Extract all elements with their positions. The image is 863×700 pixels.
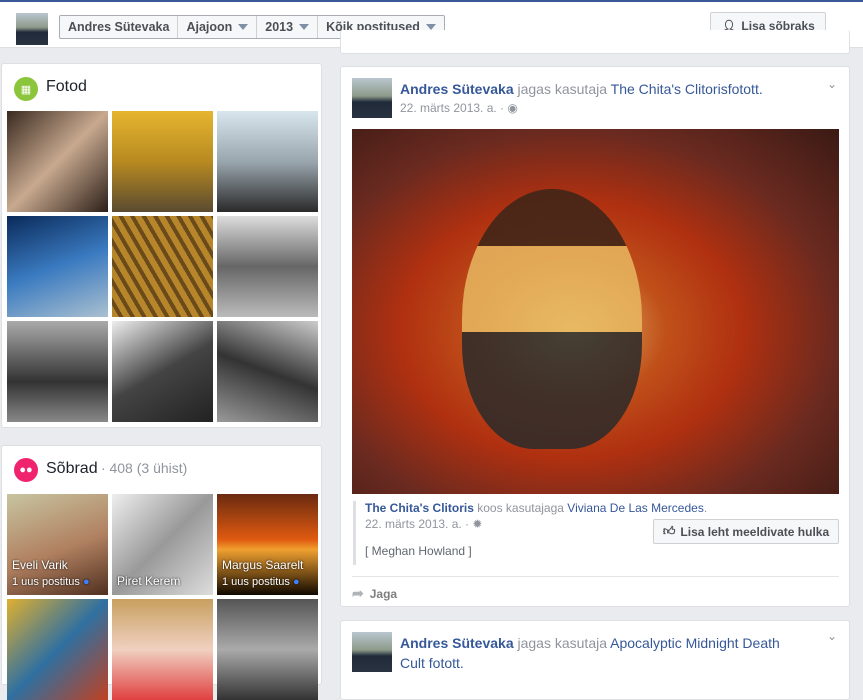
profile-avatar[interactable] bbox=[16, 13, 48, 45]
post-verb: jagas kasutaja bbox=[517, 635, 608, 651]
globe-icon: ◉ bbox=[507, 101, 518, 115]
friend-tile[interactable] bbox=[112, 599, 213, 700]
author-avatar[interactable] bbox=[352, 78, 392, 118]
caption-page-link[interactable]: The Chita's Clitoris bbox=[365, 501, 474, 515]
share-icon: ➦ bbox=[352, 585, 364, 601]
caption-credit: [ Meghan Howland ] bbox=[365, 544, 472, 558]
like-page-button[interactable]: 👍︎ Lisa leht meeldivate hulka bbox=[653, 519, 839, 544]
chevron-down-icon[interactable]: ⌄ bbox=[827, 629, 837, 643]
friends-icon: ●● bbox=[14, 458, 38, 482]
photo-thumbnail[interactable] bbox=[112, 216, 213, 317]
friend-new-posts: 1 uus postitus ● bbox=[12, 576, 90, 588]
friend-new-posts: 1 uus postitus ● bbox=[222, 576, 300, 588]
like-page-label: Lisa leht meeldivate hulka bbox=[680, 524, 830, 539]
post-card: Andres Sütevaka jagas kasutaja Apocalypt… bbox=[340, 620, 850, 700]
timeline-dropdown[interactable]: Ajajoon bbox=[178, 16, 258, 38]
timeline-label: Ajajoon bbox=[186, 20, 233, 34]
photo-thumbnail[interactable] bbox=[7, 111, 108, 212]
friend-tile[interactable] bbox=[7, 599, 108, 700]
friends-count: · 408 (3 ühist) bbox=[100, 460, 188, 476]
year-label: 2013 bbox=[265, 20, 294, 34]
photo-thumbnail[interactable] bbox=[112, 321, 213, 422]
friend-name: Piret Kerem bbox=[117, 574, 181, 588]
settings-icon: ✹ bbox=[472, 517, 483, 531]
post-card: Andres Sütevaka jagas kasutaja The Chita… bbox=[340, 66, 850, 607]
friend-tile[interactable]: Eveli Varik 1 uus postitus ● bbox=[7, 494, 108, 595]
page-link[interactable]: The Chita's Clitoris bbox=[611, 81, 728, 97]
photo-thumbnail[interactable] bbox=[112, 111, 213, 212]
friend-tile[interactable]: Margus Saarelt 1 uus postitus ● bbox=[217, 494, 318, 595]
author-avatar[interactable] bbox=[352, 632, 392, 672]
photo-link[interactable]: fotott. bbox=[429, 655, 464, 671]
caption-end: . bbox=[703, 501, 708, 515]
photo-thumbnail[interactable] bbox=[7, 216, 108, 317]
photos-card: ▦ Fotod bbox=[1, 63, 322, 428]
photo-link[interactable]: fotott. bbox=[728, 81, 763, 97]
share-label: Jaga bbox=[369, 586, 398, 601]
caption-person-link[interactable]: Viviana De Las Mercedes bbox=[567, 501, 704, 515]
photo-thumbnail[interactable] bbox=[217, 321, 318, 422]
thumbs-up-icon: 👍︎ bbox=[662, 524, 676, 538]
post-header: Andres Sütevaka jagas kasutaja The Chita… bbox=[400, 81, 763, 97]
post-date: 22. märts 2013. a. · ◉ bbox=[400, 101, 518, 115]
author-link[interactable]: Andres Sütevaka bbox=[400, 81, 514, 97]
chevron-down-icon[interactable]: ⌄ bbox=[827, 77, 837, 91]
profile-name-link[interactable]: Andres Sütevaka bbox=[60, 16, 179, 38]
friends-title[interactable]: Sõbrad bbox=[46, 460, 98, 477]
friend-tile[interactable]: Piret Kerem bbox=[112, 494, 213, 595]
year-dropdown[interactable]: 2013 bbox=[257, 16, 319, 38]
post-timestamp[interactable]: 22. märts 2013. a. · bbox=[400, 101, 504, 115]
photo-thumbnail[interactable] bbox=[217, 216, 318, 317]
friend-tile[interactable] bbox=[217, 599, 318, 700]
post-header: Andres Sütevaka jagas kasutaja Apocalypt… bbox=[400, 633, 800, 673]
friends-card: ●● Sõbrad · 408 (3 ühist) Eveli Varik 1 … bbox=[1, 445, 322, 700]
divider bbox=[352, 576, 839, 577]
caret-down-icon bbox=[238, 24, 249, 30]
author-link[interactable]: Andres Sütevaka bbox=[400, 635, 514, 651]
post-photo[interactable] bbox=[352, 129, 839, 494]
photo-thumbnail[interactable] bbox=[217, 111, 318, 212]
profile-name: Andres Sütevaka bbox=[68, 20, 170, 34]
caption-with: koos kasutajaga bbox=[477, 501, 564, 515]
friend-name: Margus Saarelt bbox=[222, 558, 304, 572]
caption-date[interactable]: 22. märts 2013. a. · bbox=[365, 517, 469, 531]
friend-name: Eveli Varik bbox=[12, 558, 68, 572]
post-verb: jagas kasutaja bbox=[517, 81, 608, 97]
painting-figure bbox=[462, 189, 642, 449]
shared-caption: The Chita's Clitoris koos kasutajaga Viv… bbox=[353, 501, 707, 565]
photos-title[interactable]: Fotod bbox=[46, 78, 87, 96]
photo-icon: ▦ bbox=[14, 77, 38, 101]
caret-down-icon bbox=[299, 24, 310, 30]
photo-thumbnail[interactable] bbox=[7, 321, 108, 422]
share-button[interactable]: ➦ Jaga bbox=[352, 585, 397, 602]
previous-post-card bbox=[340, 30, 850, 54]
friends-header: Sõbrad · 408 (3 ühist) bbox=[46, 460, 187, 478]
